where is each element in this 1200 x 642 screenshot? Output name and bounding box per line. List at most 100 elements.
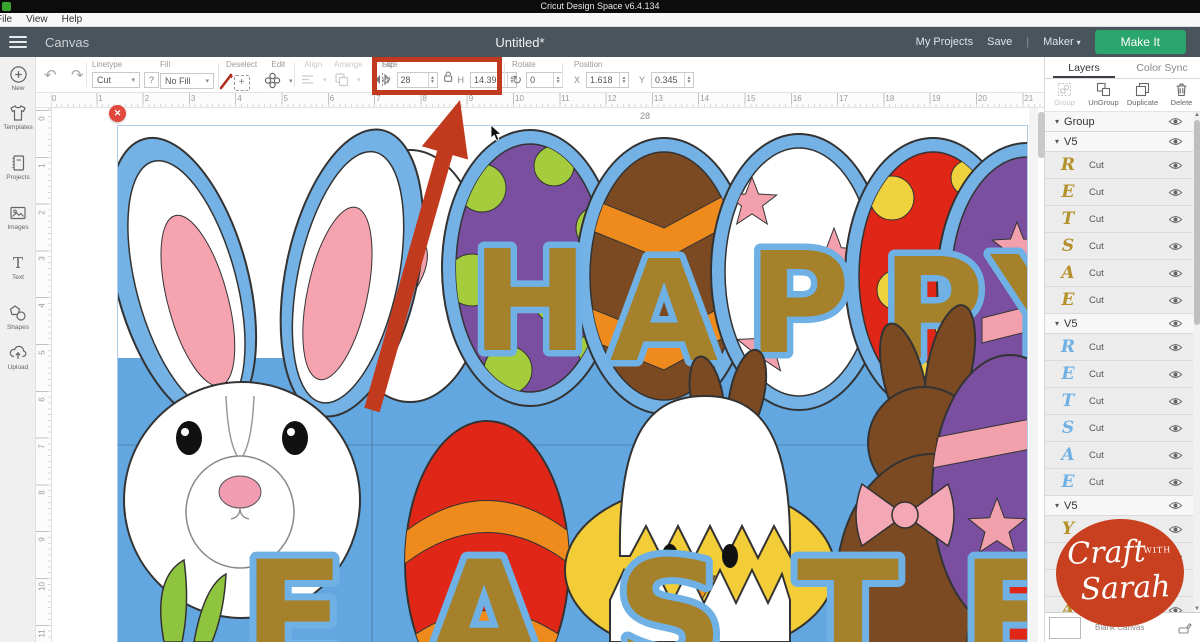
collapse-caret-icon[interactable]: ▾ — [1055, 137, 1059, 146]
menu-file[interactable]: File — [0, 14, 12, 25]
layer-group-label: V5 — [1064, 500, 1077, 512]
undo-icon[interactable]: ↶ — [44, 67, 57, 84]
ruler-number: 21 — [1024, 94, 1033, 103]
canvas-scrollbar[interactable] — [1029, 108, 1038, 642]
linetype-select[interactable]: Cut▾ — [92, 72, 140, 88]
layer-group-row[interactable]: ▾V5 — [1045, 314, 1193, 334]
sidebar-item-templates[interactable]: Templates — [0, 103, 36, 131]
layer-row[interactable]: ECut — [1045, 469, 1193, 496]
canvas-color-swatch[interactable] — [1049, 617, 1081, 639]
layer-row[interactable]: ACut — [1045, 442, 1193, 469]
eye-icon[interactable] — [1168, 161, 1183, 170]
layer-row[interactable]: TCut — [1045, 206, 1193, 233]
lock-open-icon[interactable] — [442, 70, 454, 83]
position-y-input[interactable] — [652, 73, 684, 87]
ruler-number: 2 — [38, 207, 47, 217]
layer-row[interactable]: T Cut — [1045, 388, 1193, 415]
eye-icon[interactable] — [1168, 117, 1183, 126]
collapse-caret-icon[interactable]: ▾ — [1055, 117, 1059, 126]
eye-icon[interactable] — [1168, 478, 1183, 487]
my-projects-link[interactable]: My Projects — [916, 36, 973, 48]
eye-icon[interactable] — [1168, 242, 1183, 251]
eye-icon[interactable] — [1168, 370, 1183, 379]
machine-select[interactable]: Maker▾ — [1043, 36, 1081, 48]
layer-row[interactable]: RCut — [1045, 152, 1193, 179]
linetype-help-button[interactable]: ? — [144, 72, 159, 88]
sidebar-item-upload[interactable]: Upload — [0, 343, 36, 371]
layer-row[interactable]: SCut — [1045, 233, 1193, 260]
eye-icon[interactable] — [1168, 501, 1183, 510]
design-canvas[interactable]: H A P P Y — [52, 108, 1044, 642]
collapse-caret-icon[interactable]: ▾ — [1055, 319, 1059, 328]
eye-icon[interactable] — [1168, 296, 1183, 305]
canvas-menu-label[interactable]: Canvas — [45, 35, 89, 50]
size-width-stepper[interactable]: ▲▼ — [428, 73, 437, 87]
size-width-input[interactable] — [398, 73, 428, 87]
layer-row[interactable]: SCut — [1045, 415, 1193, 442]
delete-button[interactable]: Delete — [1162, 79, 1200, 111]
edit-button[interactable]: ▾ — [264, 72, 293, 89]
ruler-number: 10 — [515, 94, 524, 103]
size-height-input[interactable] — [471, 73, 507, 87]
sidebar-item-new[interactable]: New — [0, 65, 36, 92]
eye-icon[interactable] — [1168, 269, 1183, 278]
sidebar-item-text[interactable]: T Text — [0, 253, 36, 281]
eye-icon[interactable] — [1168, 397, 1183, 406]
menu-view[interactable]: View — [26, 14, 48, 25]
hamburger-menu-icon[interactable] — [9, 36, 27, 48]
layer-group-row[interactable]: ▾Group — [1045, 112, 1193, 132]
redo-icon[interactable]: ↷ — [71, 67, 84, 84]
layer-group-row[interactable]: ▾V5 — [1045, 132, 1193, 152]
menu-help[interactable]: Help — [62, 14, 83, 25]
tab-layers[interactable]: Layers — [1045, 57, 1123, 78]
deselect-button[interactable]: + — [234, 75, 250, 91]
document-title[interactable]: Untitled* — [440, 35, 600, 50]
eye-icon[interactable] — [1168, 343, 1183, 352]
position-x-stepper[interactable]: ▲▼ — [619, 73, 628, 87]
sidebar-item-projects[interactable]: Projects — [0, 153, 36, 181]
save-link[interactable]: Save — [987, 36, 1012, 48]
eye-icon[interactable] — [1168, 525, 1183, 534]
layer-thumbnail: T — [1053, 391, 1083, 411]
eye-icon[interactable] — [1168, 319, 1183, 328]
align-group: Align ▾ — [300, 60, 327, 87]
layer-thumbnail: S — [1053, 236, 1083, 256]
layer-row[interactable]: RCut — [1045, 334, 1193, 361]
position-x-input[interactable] — [587, 73, 619, 87]
deselect-badge-icon[interactable]: ✕ — [109, 105, 126, 122]
group-button[interactable]: Group — [1045, 79, 1084, 111]
eye-icon[interactable] — [1168, 424, 1183, 433]
image-icon — [8, 203, 28, 223]
layer-row[interactable]: ECut — [1045, 179, 1193, 206]
sidebar-item-images[interactable]: Images — [0, 203, 36, 231]
make-it-button[interactable]: Make It — [1095, 30, 1186, 54]
eye-icon[interactable] — [1168, 451, 1183, 460]
rotate-stepper[interactable]: ▲▼ — [553, 73, 562, 87]
position-y-stepper[interactable]: ▲▼ — [684, 73, 693, 87]
canvas-artwork[interactable]: H A P P Y — [52, 108, 1044, 642]
canvas-scrollbar-thumb[interactable] — [1038, 112, 1045, 158]
tab-color-sync[interactable]: Color Sync — [1123, 57, 1200, 78]
sidebar-item-shapes[interactable]: Shapes — [0, 303, 36, 331]
fill-select[interactable]: No Fill▾ — [160, 73, 214, 89]
layer-row[interactable]: ECut — [1045, 361, 1193, 388]
brayer-icon[interactable] — [1177, 621, 1193, 635]
scroll-up-icon[interactable]: ▲ — [1193, 112, 1200, 118]
eye-icon[interactable] — [1168, 188, 1183, 197]
eye-icon[interactable] — [1168, 137, 1183, 146]
ruler-number: 20 — [978, 94, 987, 103]
layers-scrollbar[interactable]: ▲ ▼ — [1193, 112, 1200, 612]
arrange-button[interactable]: ▾ — [334, 72, 362, 87]
layer-row[interactable]: ACut — [1045, 260, 1193, 287]
layer-operation-label: Cut — [1089, 396, 1104, 407]
duplicate-button[interactable]: Duplicate — [1123, 79, 1162, 111]
collapse-caret-icon[interactable]: ▾ — [1055, 501, 1059, 510]
eye-icon[interactable] — [1168, 215, 1183, 224]
layer-row[interactable]: ECut — [1045, 287, 1193, 314]
ungroup-button[interactable]: UnGroup — [1084, 79, 1123, 111]
layers-scrollbar-thumb[interactable] — [1194, 120, 1200, 325]
layer-group-row[interactable]: ▾ V5 — [1045, 496, 1193, 516]
align-button[interactable]: ▾ — [300, 72, 327, 87]
position-y-field: ▲▼ — [651, 72, 694, 88]
rotate-input[interactable] — [527, 73, 553, 87]
